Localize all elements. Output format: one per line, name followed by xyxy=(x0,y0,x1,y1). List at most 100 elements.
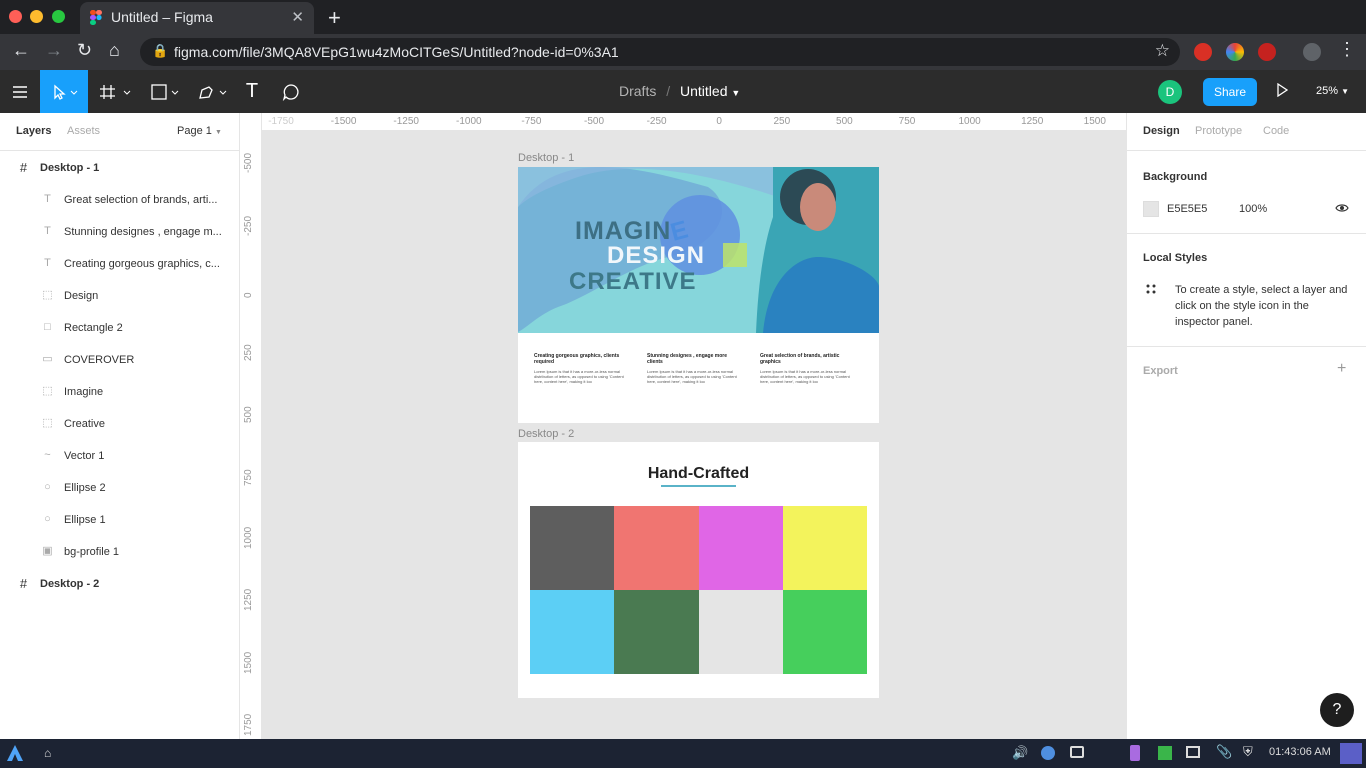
layer-row[interactable]: T Great selection of brands, arti... xyxy=(0,184,240,216)
background-hex-input[interactable]: E5E5E5 xyxy=(1167,203,1207,215)
local-styles-title: Local Styles xyxy=(1143,252,1208,264)
pen-tool-button[interactable] xyxy=(190,70,230,113)
layer-row[interactable]: ~ Vector 1 xyxy=(0,440,240,472)
background-color-swatch[interactable] xyxy=(1143,201,1159,217)
add-export-icon[interactable]: + xyxy=(1337,360,1346,378)
layer-row[interactable]: # Desktop - 1 xyxy=(0,152,240,184)
chat-icon[interactable] xyxy=(1186,746,1200,758)
display-icon[interactable] xyxy=(1070,746,1084,758)
frame-desktop-2[interactable]: Hand-Crafted xyxy=(518,442,879,698)
page-selector[interactable]: Page 1 ▼ xyxy=(177,125,222,137)
right-panel-tabs: Design Prototype Code xyxy=(1127,113,1366,151)
zoom-dropdown[interactable]: 25% ▼ xyxy=(1316,85,1349,97)
network-icon[interactable] xyxy=(1041,746,1055,760)
omnibox[interactable]: 🔒 figma.com/file/3MQA8VEpG1wu4zMoCITGeS/… xyxy=(140,38,1180,66)
ruler-tick: -1250 xyxy=(393,116,419,127)
color-extension-icon[interactable] xyxy=(1226,43,1244,61)
breadcrumb: Drafts / Untitled ▼ xyxy=(619,83,740,99)
layer-row[interactable]: ○ Ellipse 2 xyxy=(0,472,240,504)
tab-code[interactable]: Code xyxy=(1263,125,1289,137)
figma-toolbar: T Drafts / Untitled ▼ D Share 25% ▼ xyxy=(0,70,1366,113)
volume-icon[interactable]: 🔊 xyxy=(1012,745,1028,761)
chevron-down-icon[interactable]: ▼ xyxy=(731,88,740,98)
frame-label-desktop-2[interactable]: Desktop - 2 xyxy=(518,428,574,440)
layer-row[interactable]: ⬚ Imagine xyxy=(0,376,240,408)
file-name[interactable]: Untitled xyxy=(680,83,727,99)
layer-name: Ellipse 2 xyxy=(64,482,106,494)
layer-row[interactable]: ⬚ Creative xyxy=(0,408,240,440)
ruler-tick: 750 xyxy=(243,469,254,486)
browser-tab[interactable]: Untitled – Figma ✕ xyxy=(80,2,314,34)
battery-icon[interactable] xyxy=(1130,745,1140,761)
lock-icon: 🔒 xyxy=(152,43,169,58)
eye-visibility-icon[interactable] xyxy=(1335,201,1349,218)
extension-icon[interactable] xyxy=(1258,43,1276,61)
layer-row[interactable]: T Stunning designes , engage m... xyxy=(0,216,240,248)
layer-row[interactable]: T Creating gorgeous graphics, c... xyxy=(0,248,240,280)
app-launcher-icon[interactable] xyxy=(6,744,24,762)
layer-name: Desktop - 1 xyxy=(40,162,100,174)
shield-icon[interactable]: ⛨ xyxy=(1243,744,1253,760)
layer-name: COVEROVER xyxy=(64,354,135,366)
window-close-button[interactable] xyxy=(9,10,22,23)
ellipse-layer-icon: ○ xyxy=(44,513,51,525)
move-tool-button[interactable] xyxy=(40,70,88,113)
ruler-tick: -1750 xyxy=(268,116,294,127)
layer-name: Creating gorgeous graphics, c... xyxy=(64,258,220,270)
canvas[interactable]: -1750 -1500 -1250 -1000 -750 -500 -250 0 250 500 7… xyxy=(240,113,1126,739)
layer-row[interactable]: ⬚ Design xyxy=(0,280,240,312)
tab-assets[interactable]: Assets xyxy=(67,125,100,137)
home-icon[interactable]: ⌂ xyxy=(109,40,120,61)
ruler-tick: 250 xyxy=(773,116,791,127)
color-swatch xyxy=(782,590,867,674)
tab-design[interactable]: Design xyxy=(1143,125,1180,137)
present-play-icon[interactable] xyxy=(1276,82,1289,102)
os-taskbar: ⌂ 🔊 📎 ⛨ 01:43:06 AM xyxy=(0,739,1366,768)
layers-panel: Layers Assets Page 1 ▼ # Desktop - 1 T Grea… xyxy=(0,113,240,739)
app-tray-icon[interactable] xyxy=(1158,746,1172,760)
profile-avatar[interactable] xyxy=(1303,43,1321,61)
ruler-tick: 250 xyxy=(243,344,254,361)
user-avatar[interactable]: D xyxy=(1158,80,1182,104)
text-tool-icon[interactable]: T xyxy=(238,70,266,113)
window-maximize-button[interactable] xyxy=(52,10,65,23)
adblock-extension-icon[interactable] xyxy=(1194,43,1212,61)
comment-tool-button[interactable] xyxy=(276,70,306,113)
background-opacity-input[interactable]: 100% xyxy=(1239,203,1267,215)
breadcrumb-drafts[interactable]: Drafts xyxy=(619,83,656,99)
bookmark-star-icon[interactable]: ☆ xyxy=(1155,41,1170,61)
layer-row[interactable]: ▭ COVEROVER xyxy=(0,344,240,376)
tab-layers[interactable]: Layers xyxy=(16,125,51,137)
home-icon[interactable]: ⌂ xyxy=(44,746,51,760)
tab-prototype[interactable]: Prototype xyxy=(1195,125,1242,137)
pen-icon xyxy=(199,85,227,99)
shape-tool-button[interactable] xyxy=(142,70,182,113)
help-button[interactable]: ? xyxy=(1320,693,1354,727)
ruler-tick: 500 xyxy=(836,116,853,127)
frame-label-desktop-1[interactable]: Desktop - 1 xyxy=(518,152,574,164)
group-layer-icon: ⬚ xyxy=(42,289,53,301)
layer-row[interactable]: □ Rectangle 2 xyxy=(0,312,240,344)
frame-tool-button[interactable] xyxy=(96,70,136,113)
layer-row[interactable]: ○ Ellipse 1 xyxy=(0,504,240,536)
color-swatch xyxy=(530,506,615,590)
window-minimize-button[interactable] xyxy=(30,10,43,23)
layer-row[interactable]: # Desktop - 2 xyxy=(0,568,240,600)
notifications-icon[interactable] xyxy=(1340,743,1362,764)
left-ruler: -500 -250 0 250 500 750 1000 1250 1500 1750 xyxy=(240,113,262,739)
layer-row[interactable]: ▣ bg-profile 1 xyxy=(0,536,240,568)
ruler-tick: 1250 xyxy=(1021,116,1044,127)
reload-icon[interactable]: ↻ xyxy=(77,40,92,61)
feature-body: Lorem Ipsum is that it has a more-or-les… xyxy=(647,369,737,384)
frame-desktop-1[interactable]: IMAGINE DESIGN CREATIVE Creating gorgeou… xyxy=(518,167,879,423)
main-menu-icon[interactable] xyxy=(0,70,40,113)
close-tab-icon[interactable]: ✕ xyxy=(291,8,304,26)
back-icon[interactable]: ← xyxy=(12,40,30,61)
layer-name: Creative xyxy=(64,418,105,430)
browser-menu-icon[interactable]: ⋮ xyxy=(1338,39,1356,60)
color-swatch xyxy=(782,506,867,590)
attachment-icon[interactable]: 📎 xyxy=(1216,744,1232,760)
new-tab-button[interactable]: + xyxy=(328,5,341,31)
share-button[interactable]: Share xyxy=(1203,78,1257,106)
forward-icon[interactable]: → xyxy=(45,40,63,61)
